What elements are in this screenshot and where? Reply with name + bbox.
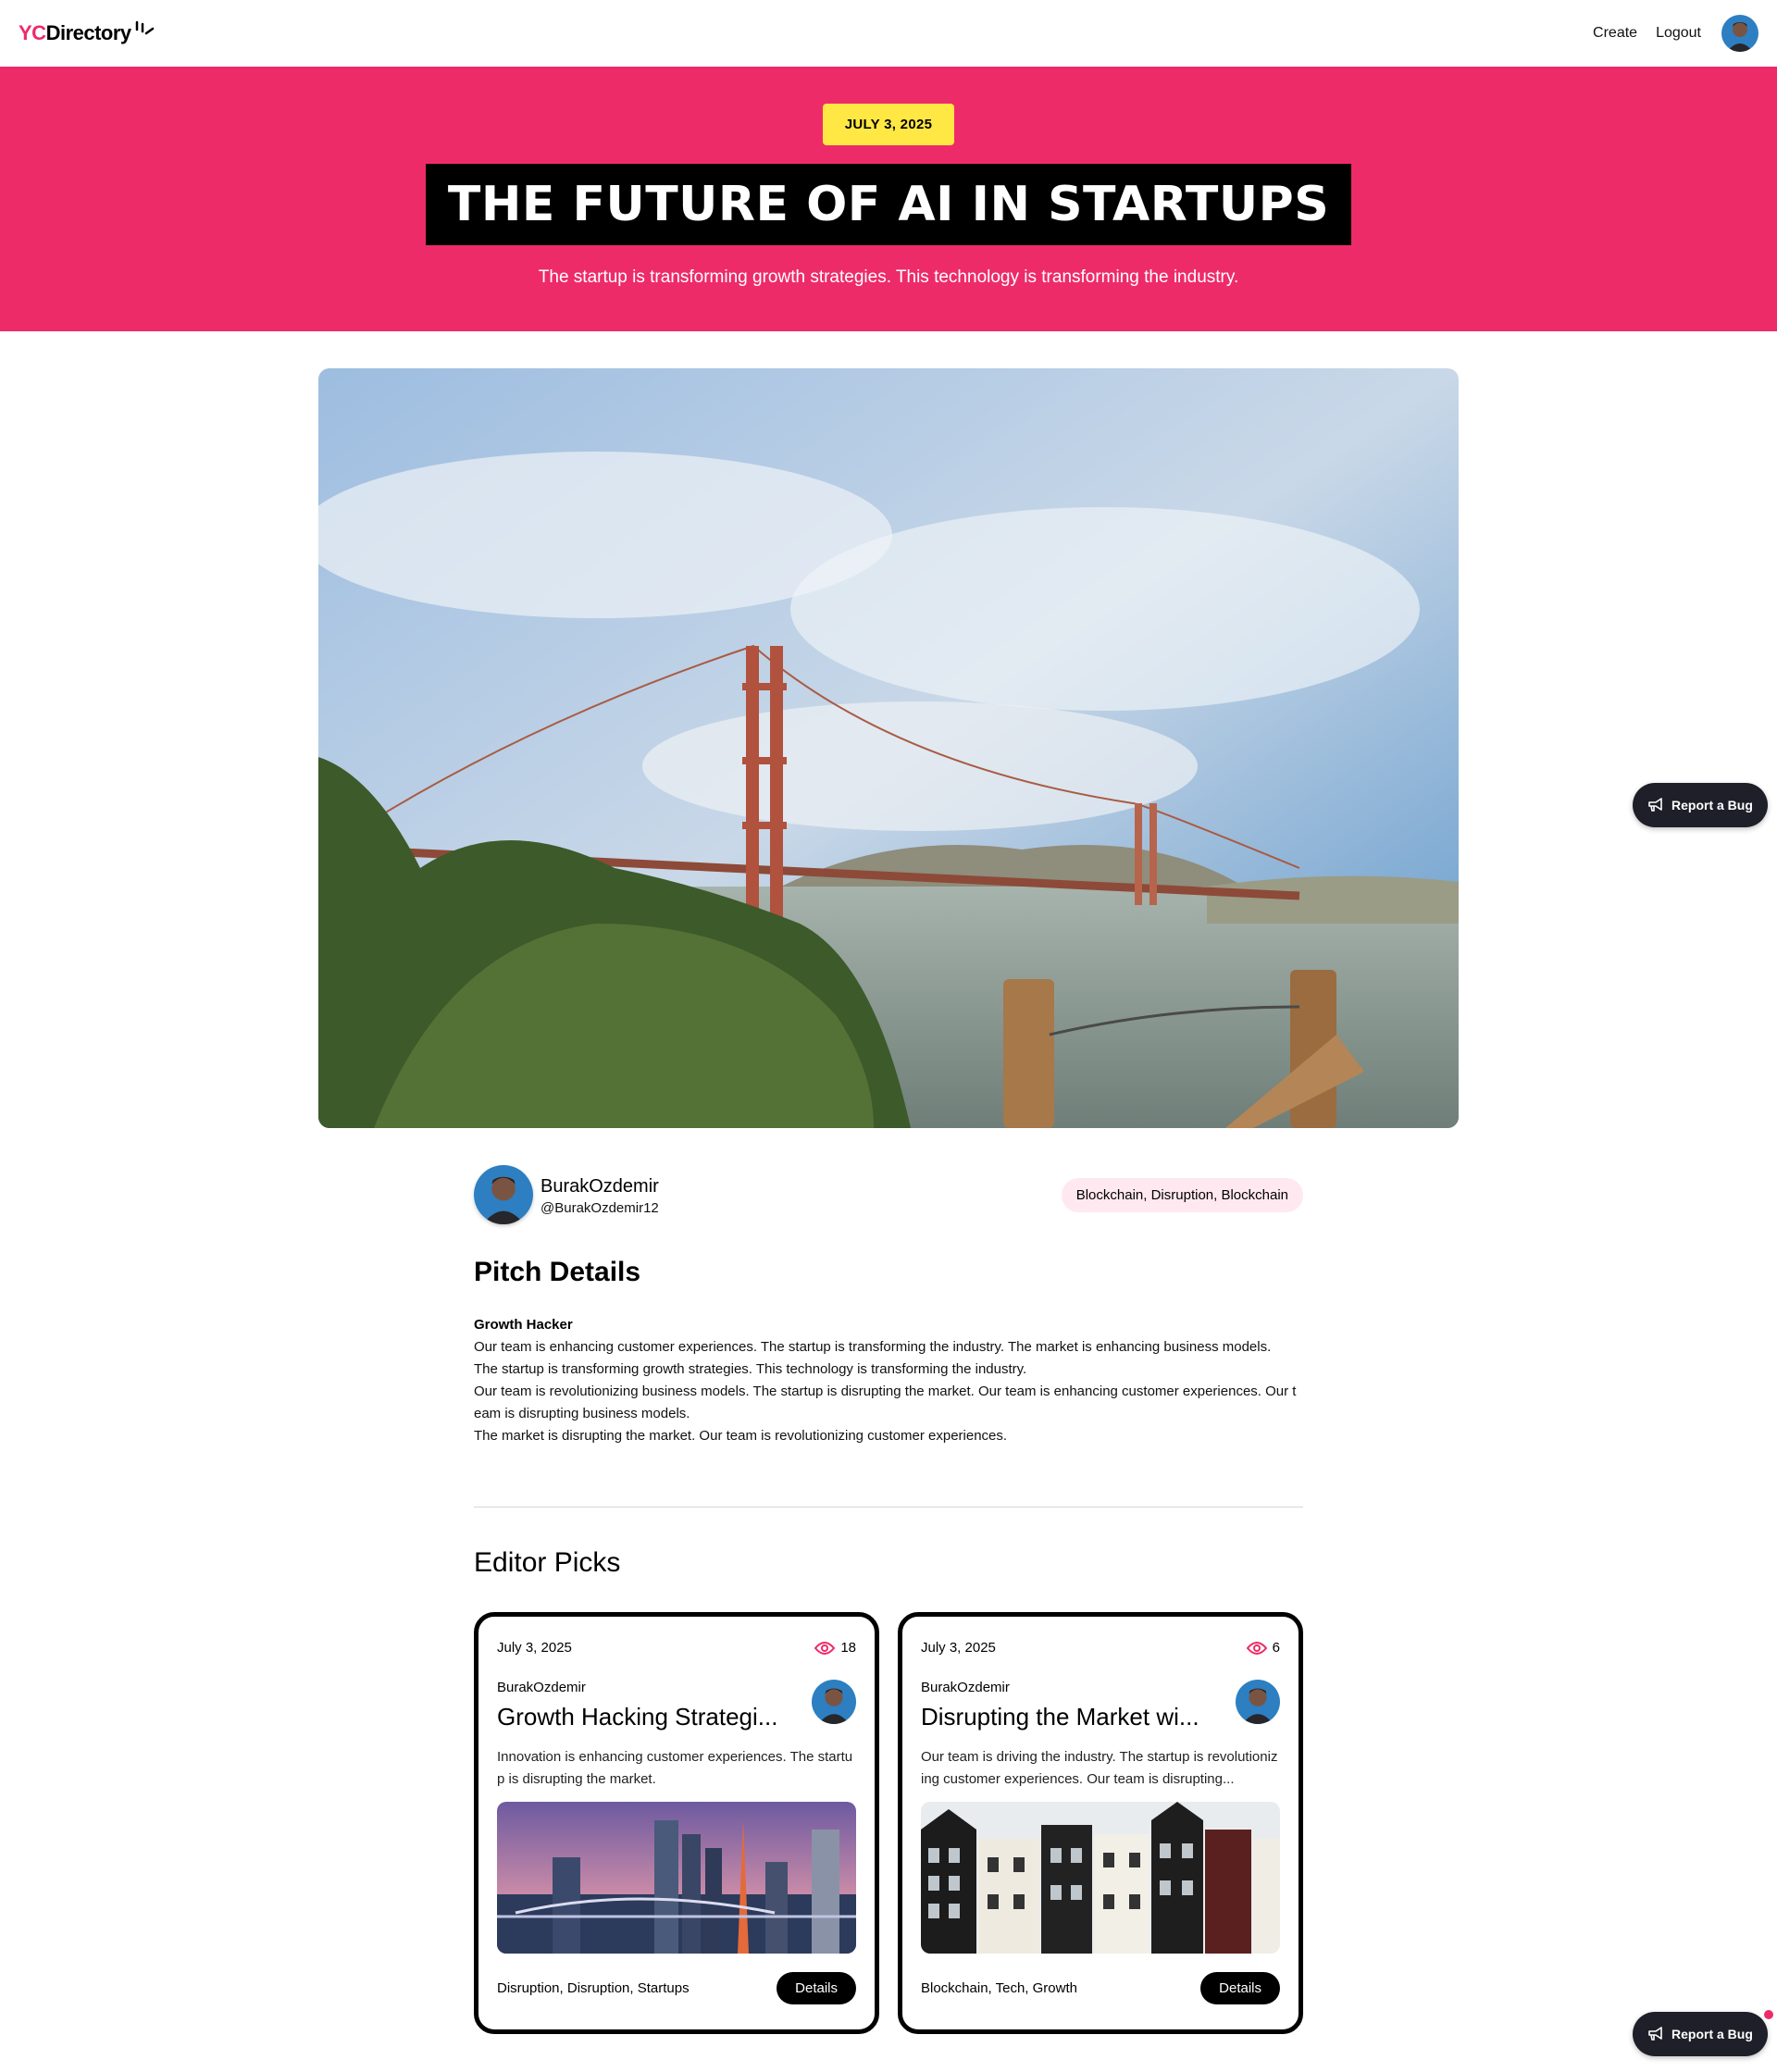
author-row: BurakOzdemir @BurakOzdemir12 Blockchain,… (474, 1164, 1303, 1225)
eye-icon (814, 1641, 836, 1655)
report-bug-label: Report a Bug (1671, 2027, 1753, 2041)
card-date: July 3, 2025 (921, 1640, 996, 1656)
megaphone-icon (1648, 798, 1662, 812)
card-image[interactable] (921, 1802, 1280, 1954)
page-title: THE FUTURE OF AI IN STARTUPS (425, 164, 1352, 245)
views-count: 6 (1272, 1640, 1280, 1656)
card-tags[interactable]: Blockchain, Tech, Growth (921, 1980, 1077, 1996)
startup-card[interactable]: July 3, 2025 6 BurakOzdemir Disrupting t… (898, 1612, 1303, 2034)
card-description: Innovation is enhancing customer experie… (497, 1749, 853, 1787)
nav-links: Create Logout (1593, 15, 1758, 52)
details-button[interactable]: Details (1200, 1972, 1280, 2004)
pitch-paragraph: The market is disrupting the market. Our… (474, 1428, 1008, 1444)
hero-banner: JULY 3, 2025 THE FUTURE OF AI IN STARTUP… (0, 67, 1777, 331)
author-avatar[interactable] (474, 1165, 533, 1224)
card-author-avatar[interactable] (1236, 1680, 1280, 1724)
startup-image (318, 368, 1459, 1128)
spark-icon (135, 20, 154, 35)
eye-icon (1246, 1641, 1267, 1655)
pitch-details-title: Pitch Details (474, 1257, 641, 1287)
navbar: YC Directory Create Logout (0, 0, 1777, 67)
details-button[interactable]: Details (777, 1972, 856, 2004)
pitch-paragraph: Our team is revolutionizing business mod… (474, 1383, 1297, 1421)
report-bug-button[interactable]: Report a Bug (1633, 2010, 1773, 2056)
hero-subtitle: The startup is transforming growth strat… (538, 267, 1239, 287)
date-badge: JULY 3, 2025 (822, 104, 955, 145)
author-handle: @BurakOzdemir12 (541, 1199, 659, 1216)
card-description: Our team is driving the industry. The st… (921, 1749, 1278, 1787)
category-pill: Blockchain, Disruption, Blockchain (1061, 1177, 1303, 1212)
card-title[interactable]: Growth Hacking Strategi... (497, 1703, 802, 1731)
card-tags[interactable]: Disruption, Disruption, Startups (497, 1980, 690, 1996)
card-title[interactable]: Disrupting the Market wi... (921, 1703, 1226, 1731)
pitch-paragraph: Our team is enhancing customer experienc… (474, 1339, 1272, 1355)
author-info[interactable]: BurakOzdemir @BurakOzdemir12 (474, 1165, 659, 1224)
card-date: July 3, 2025 (497, 1640, 572, 1656)
logo-suffix: Directory (45, 21, 132, 44)
create-link[interactable]: Create (1593, 25, 1637, 42)
pitch-body: Growth Hacker Our team is enhancing cust… (474, 1314, 1303, 1447)
card-author[interactable]: BurakOzdemir (497, 1680, 802, 1695)
card-author-avatar[interactable] (812, 1680, 856, 1724)
startup-card[interactable]: July 3, 2025 18 BurakOzdemir Growth Hack… (474, 1612, 879, 2034)
megaphone-icon (1648, 2027, 1662, 2041)
logo-prefix: YC (19, 21, 46, 44)
card-views: 18 (814, 1640, 856, 1656)
report-bug-label: Report a Bug (1671, 798, 1753, 813)
report-bug-button[interactable]: Report a Bug (1633, 783, 1768, 827)
logout-link[interactable]: Logout (1656, 25, 1701, 42)
pitch-heading: Growth Hacker (474, 1317, 573, 1333)
logo[interactable]: YC Directory (19, 20, 155, 45)
author-name: BurakOzdemir (541, 1175, 659, 1197)
user-avatar[interactable] (1721, 15, 1758, 52)
views-count: 18 (840, 1640, 856, 1656)
pitch-paragraph: The startup is transforming growth strat… (474, 1361, 1027, 1377)
card-author[interactable]: BurakOzdemir (921, 1680, 1226, 1695)
card-views: 6 (1246, 1640, 1280, 1656)
card-image[interactable] (497, 1802, 856, 1954)
editor-picks-title: Editor Picks (474, 1547, 621, 1578)
notification-dot (1763, 2010, 1773, 2019)
